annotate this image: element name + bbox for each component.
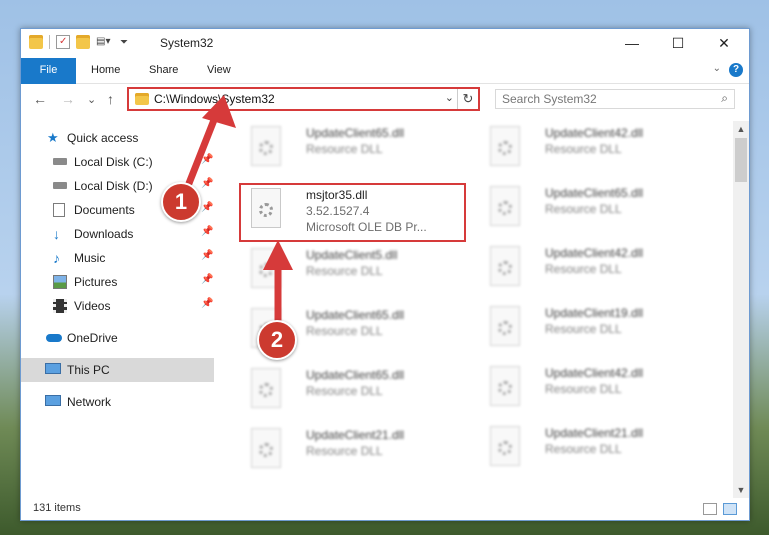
arrow-1-head: [202, 95, 236, 128]
callout-badge-2: 2: [257, 320, 297, 360]
callout-arrows: [180, 95, 293, 325]
callout-badge-1: 1: [161, 182, 201, 222]
arrow-2-head: [263, 240, 293, 270]
